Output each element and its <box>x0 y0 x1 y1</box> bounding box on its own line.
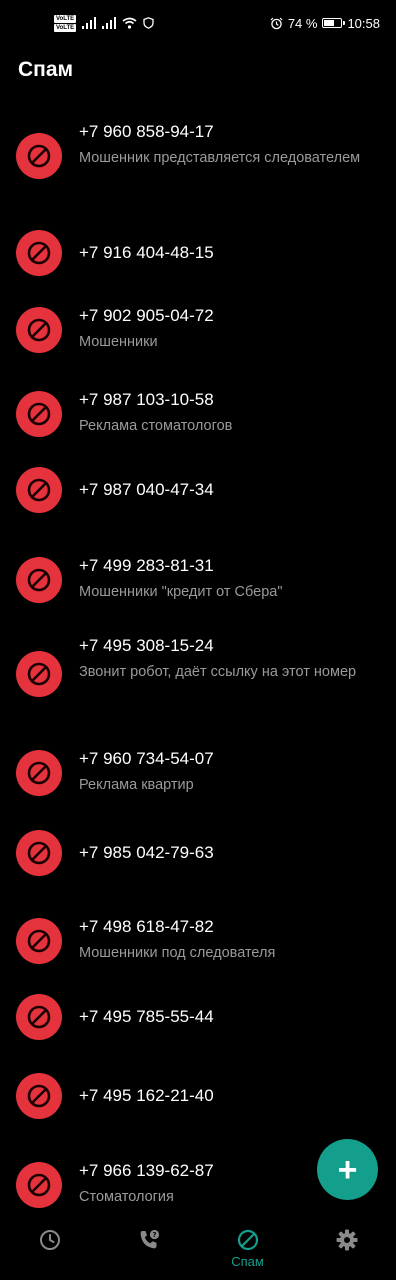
phone-number: +7 499 283-81-31 <box>79 556 214 575</box>
block-icon <box>16 651 62 697</box>
status-left: VoLTE VoLTE <box>54 14 154 32</box>
spam-list[interactable]: +7 960 858-94-17 Мошенник представляется … <box>0 104 396 1231</box>
spam-list-item[interactable]: +7 902 905-04-72 Мошенники <box>0 282 396 366</box>
spam-note: Мошенники под следователя <box>79 945 276 961</box>
spam-item-text: +7 916 404-48-15 <box>79 241 376 265</box>
signal-icon-2 <box>102 17 117 29</box>
spam-item-text: +7 902 905-04-72 Мошенники <box>79 304 376 353</box>
clock-icon <box>39 1230 60 1250</box>
block-icon <box>16 391 62 437</box>
phone-number: +7 498 618-47-82 <box>79 917 214 936</box>
spam-note: Мошенник представляется следователем <box>79 150 361 166</box>
nav-settings[interactable] <box>297 1218 396 1252</box>
block-icon <box>16 830 62 876</box>
bottom-nav: ? Спам <box>0 1218 396 1280</box>
spam-list-item[interactable]: +7 960 858-94-17 Мошенник представляется … <box>0 104 396 213</box>
phone-number: +7 987 103-10-58 <box>79 390 214 409</box>
page-title: Спам <box>18 58 74 81</box>
block-icon <box>16 133 62 179</box>
spam-item-text: +7 495 785-55-44 <box>79 1005 376 1029</box>
gear-icon <box>336 1229 357 1251</box>
spam-item-text: +7 987 040-47-34 <box>79 478 376 502</box>
phone-number: +7 495 785-55-44 <box>79 1007 214 1026</box>
block-icon <box>16 230 62 276</box>
phone-number: +7 987 040-47-34 <box>79 480 214 499</box>
spam-item-text: +7 987 103-10-58 Реклама стоматологов <box>79 388 376 437</box>
block-icon <box>16 1073 62 1119</box>
spam-list-item[interactable]: +7 987 103-10-58 Реклама стоматологов <box>0 366 396 450</box>
spam-note: Звонит робот, даёт ссылку на этот номер <box>79 664 357 680</box>
volte-badge-1: VoLTE <box>54 14 77 23</box>
phone-number: +7 495 308-15-24 <box>79 636 214 655</box>
clock-time: 10:58 <box>347 15 380 31</box>
spam-note: Реклама стоматологов <box>79 418 233 434</box>
shield-icon <box>143 17 154 29</box>
spam-list-item[interactable]: +7 499 283-81-31 Мошенники "кредит от Сбе… <box>0 532 396 616</box>
spam-item-text: +7 498 618-47-82 Мошенники под следовател… <box>79 915 376 964</box>
nav-caller-id[interactable]: ? <box>99 1218 198 1252</box>
battery-icon <box>322 18 346 28</box>
volte-indicators: VoLTE VoLTE <box>54 14 77 32</box>
spam-list-item[interactable]: +7 495 785-55-44 <box>0 977 396 1059</box>
nav-recents[interactable] <box>0 1218 99 1252</box>
signal-icon <box>82 17 97 29</box>
nav-spam[interactable]: Спам <box>198 1218 297 1269</box>
spam-note: Мошенники <box>79 334 158 350</box>
spam-item-text: +7 495 162-21-40 <box>79 1084 376 1108</box>
battery-level <box>324 20 335 26</box>
block-icon <box>16 918 62 964</box>
block-icon <box>16 307 62 353</box>
phone-number: +7 960 858-94-17 <box>79 122 214 141</box>
block-icon <box>16 467 62 513</box>
spam-list-item[interactable]: +7 960 734-54-07 Реклама квартир <box>0 725 396 809</box>
battery-percent: 74 % <box>287 15 318 31</box>
spam-note: Реклама квартир <box>79 777 194 793</box>
phone-number: +7 902 905-04-72 <box>79 306 214 325</box>
spam-note: Мошенники "кредит от Сбера" <box>79 584 283 600</box>
spam-list-item[interactable]: +7 985 042-79-63 <box>0 809 396 893</box>
status-right: 74 % 10:58 <box>270 16 380 31</box>
svg-text:?: ? <box>152 1231 156 1239</box>
spam-item-text: +7 495 308-15-24 Звонит робот, даёт ссылк… <box>79 634 376 683</box>
spam-item-text: +7 960 734-54-07 Реклама квартир <box>79 747 376 796</box>
nav-spam-label: Спам <box>231 1254 264 1269</box>
phone-number: +7 985 042-79-63 <box>79 843 214 862</box>
phone-number: +7 960 734-54-07 <box>79 749 214 768</box>
block-icon <box>16 1162 62 1208</box>
add-button[interactable]: + <box>317 1139 378 1200</box>
block-icon <box>16 557 62 603</box>
block-icon <box>16 994 62 1040</box>
spam-list-item[interactable]: +7 987 040-47-34 <box>0 450 396 532</box>
spam-list-item[interactable]: +7 498 618-47-82 Мошенники под следовател… <box>0 893 396 977</box>
spam-list-item[interactable]: +7 916 404-48-15 <box>0 213 396 282</box>
volte-badge-2: VoLTE <box>54 23 77 32</box>
phone-number: +7 495 162-21-40 <box>79 1086 214 1105</box>
plus-icon: + <box>337 1150 358 1189</box>
alarm-icon <box>270 17 283 29</box>
block-icon <box>16 750 62 796</box>
spam-item-text: +7 960 858-94-17 Мошенник представляется … <box>79 120 376 169</box>
status-bar: VoLTE VoLTE 74 % 10:58 <box>0 0 396 46</box>
phone-number: +7 916 404-48-15 <box>79 243 214 262</box>
spam-list-item[interactable]: +7 495 308-15-24 Звонит робот, даёт ссылк… <box>0 616 396 725</box>
phone-help-icon: ? <box>140 1229 159 1249</box>
block-icon <box>237 1229 258 1251</box>
spam-item-text: +7 499 283-81-31 Мошенники "кредит от Сбе… <box>79 554 376 603</box>
spam-item-text: +7 985 042-79-63 <box>79 841 376 865</box>
spam-list-item[interactable]: +7 495 162-21-40 <box>0 1059 396 1141</box>
wifi-icon <box>122 17 137 29</box>
